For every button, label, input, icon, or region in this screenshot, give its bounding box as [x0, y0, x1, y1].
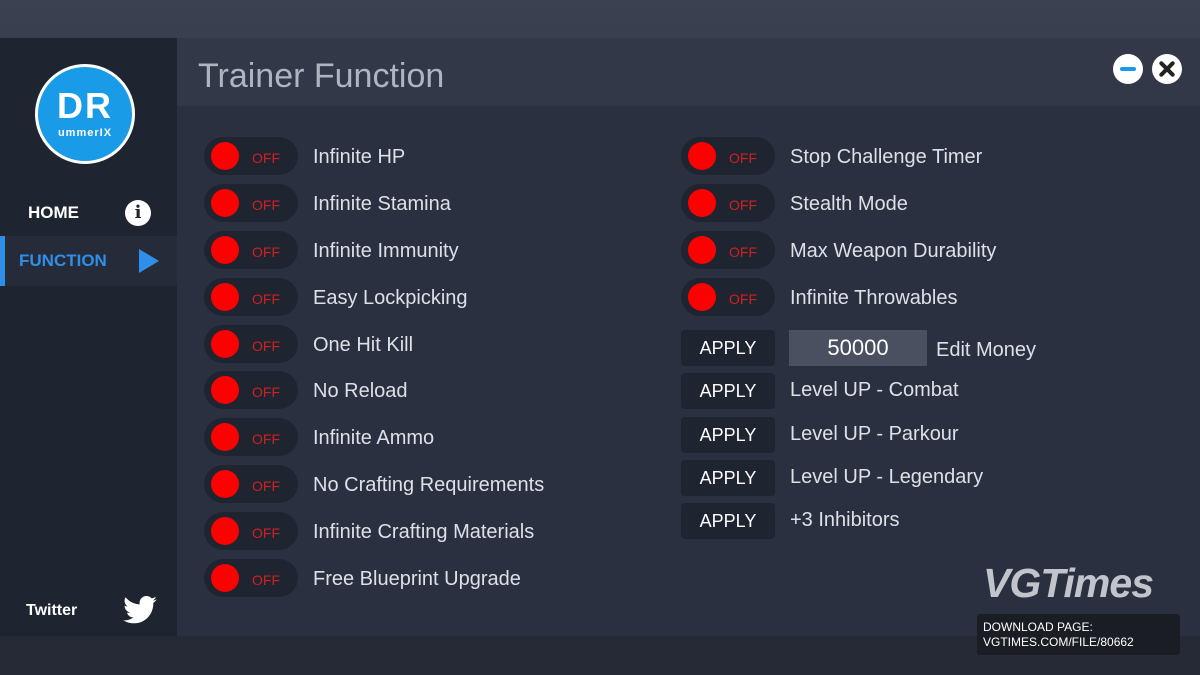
apply-money-button[interactable]: APPLY [681, 330, 775, 366]
toggle-state: OFF [729, 244, 757, 260]
money-input[interactable]: 50000 [789, 330, 927, 366]
toggle-switch[interactable]: OFF [204, 278, 298, 316]
toggle-switch[interactable]: OFF [681, 184, 775, 222]
info-icon: i [125, 200, 151, 226]
toggle-switch[interactable]: OFF [204, 371, 298, 409]
minimize-button[interactable] [1113, 54, 1143, 84]
toggle-state: OFF [252, 197, 280, 213]
toggle-state: OFF [252, 478, 280, 494]
toggle-knob [688, 283, 716, 311]
toggle-knob [211, 283, 239, 311]
apply-button[interactable]: APPLY [681, 503, 775, 539]
toggle-knob [211, 470, 239, 498]
download-note-line: DOWNLOAD PAGE: [983, 620, 1093, 634]
toggle-switch[interactable]: OFF [204, 137, 298, 175]
apply-button[interactable]: APPLY [681, 460, 775, 496]
toggle-knob [211, 564, 239, 592]
twitter-icon [123, 596, 157, 624]
sidebar: DR ummerIX HOME i FUNCTION Twitter [0, 38, 177, 636]
logo-text: DR [57, 85, 113, 126]
option-label: Level UP - Legendary [790, 466, 984, 488]
download-note: DOWNLOAD PAGE: VGTIMES.COM/FILE/80662 [977, 614, 1180, 655]
toggle-state: OFF [252, 525, 280, 541]
toggle-knob [688, 236, 716, 264]
toggle-switch[interactable]: OFF [204, 418, 298, 456]
option-label: Infinite Immunity [313, 240, 459, 262]
toggle-knob [211, 517, 239, 545]
apply-button[interactable]: APPLY [681, 417, 775, 453]
option-label: Free Blueprint Upgrade [313, 568, 521, 590]
sidebar-item-function[interactable]: FUNCTION [0, 236, 177, 286]
option-label: Stop Challenge Timer [790, 146, 983, 168]
toggle-knob [211, 236, 239, 264]
twitter-link[interactable]: Twitter [0, 593, 177, 624]
toggle-switch[interactable]: OFF [681, 137, 775, 175]
toggle-state: OFF [729, 197, 757, 213]
option-label: No Reload [313, 380, 408, 402]
toggle-switch[interactable]: OFF [204, 465, 298, 503]
logo-subtext: ummerIX [57, 127, 113, 139]
option-label: No Crafting Requirements [313, 474, 545, 496]
sidebar-item-home[interactable]: HOME i [0, 188, 177, 238]
toggle-switch[interactable]: OFF [681, 278, 775, 316]
option-label: Stealth Mode [790, 193, 908, 215]
toggle-state: OFF [252, 384, 280, 400]
toggle-switch[interactable]: OFF [681, 231, 775, 269]
option-label: Infinite Throwables [790, 287, 958, 309]
toggle-state: OFF [252, 291, 280, 307]
option-label: Infinite Crafting Materials [313, 521, 535, 543]
page-title: Trainer Function [198, 57, 445, 95]
toggle-switch[interactable]: OFF [204, 559, 298, 597]
sidebar-item-label: FUNCTION [19, 251, 107, 270]
toggle-switch[interactable]: OFF [204, 184, 298, 222]
toggle-switch[interactable]: OFF [204, 231, 298, 269]
title-bar: Trainer Function [177, 38, 1200, 106]
twitter-label: Twitter [26, 602, 78, 619]
toggle-state: OFF [252, 572, 280, 588]
toggle-knob [211, 330, 239, 358]
watermark-logo: VGTimes [983, 560, 1154, 606]
option-label: Level UP - Combat [790, 379, 959, 401]
play-icon [139, 249, 159, 273]
logo: DR ummerIX [35, 64, 135, 164]
toggle-switch[interactable]: OFF [204, 325, 298, 363]
toggle-state: OFF [252, 150, 280, 166]
sidebar-item-label: HOME [28, 203, 79, 222]
toggle-state: OFF [729, 291, 757, 307]
toggle-knob [688, 189, 716, 217]
toggle-state: OFF [252, 431, 280, 447]
option-label: Easy Lockpicking [313, 287, 468, 309]
toggle-knob [211, 142, 239, 170]
toggle-switch[interactable]: OFF [204, 512, 298, 550]
option-label: Infinite Stamina [313, 193, 451, 215]
toggle-knob [211, 376, 239, 404]
option-label: Infinite HP [313, 146, 406, 168]
trainer-window: DR ummerIX HOME i FUNCTION Twitter Train… [0, 38, 1200, 636]
option-label: +3 Inhibitors [790, 509, 900, 531]
toggle-state: OFF [729, 150, 757, 166]
option-label: Max Weapon Durability [790, 240, 997, 262]
toggle-knob [211, 189, 239, 217]
option-label: Edit Money [936, 339, 1037, 361]
toggle-state: OFF [252, 338, 280, 354]
apply-button[interactable]: APPLY [681, 373, 775, 409]
download-note-url: VGTIMES.COM/FILE/80662 [983, 635, 1134, 649]
option-label: Level UP - Parkour [790, 423, 959, 445]
toggle-state: OFF [252, 244, 280, 260]
toggle-knob [688, 142, 716, 170]
close-button[interactable] [1152, 54, 1182, 84]
option-label: Infinite Ammo [313, 427, 435, 449]
toggle-knob [211, 423, 239, 451]
option-label: One Hit Kill [313, 334, 414, 356]
